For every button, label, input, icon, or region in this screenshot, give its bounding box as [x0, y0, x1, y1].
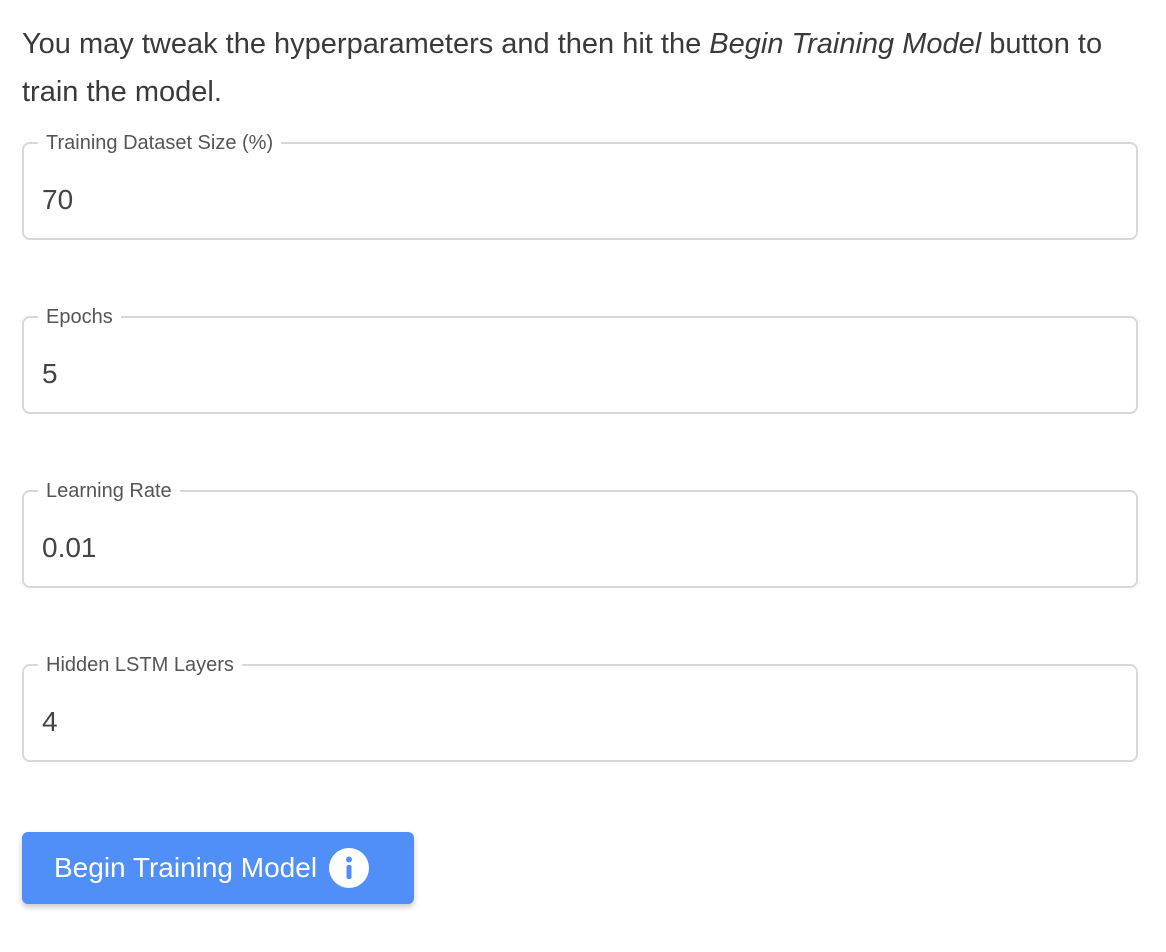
epochs-label: Epochs: [38, 306, 121, 328]
training-dataset-size-input[interactable]: [42, 180, 1112, 220]
begin-training-model-button[interactable]: Begin Training Model: [22, 832, 414, 904]
learning-rate-input[interactable]: [42, 528, 1112, 568]
hidden-lstm-layers-label: Hidden LSTM Layers: [38, 654, 242, 676]
begin-training-model-label: Begin Training Model: [54, 852, 318, 883]
hidden-lstm-layers-field: Hidden LSTM Layers: [22, 654, 1138, 762]
instructions-text-start: You may tweak the hyperparameters and th…: [22, 28, 710, 60]
info-icon[interactable]: [329, 848, 370, 888]
epochs-field: Epochs: [22, 306, 1138, 414]
hidden-lstm-layers-input[interactable]: [42, 702, 1112, 742]
instructions-text: You may tweak the hyperparameters and th…: [22, 20, 1142, 116]
training-dataset-size-field: Training Dataset Size (%): [22, 132, 1138, 240]
training-dataset-size-label: Training Dataset Size (%): [38, 132, 282, 154]
epochs-input[interactable]: [42, 354, 1112, 394]
learning-rate-label: Learning Rate: [38, 480, 180, 502]
learning-rate-field: Learning Rate: [22, 480, 1138, 588]
instructions-button-reference: Begin Training Model: [709, 28, 982, 60]
